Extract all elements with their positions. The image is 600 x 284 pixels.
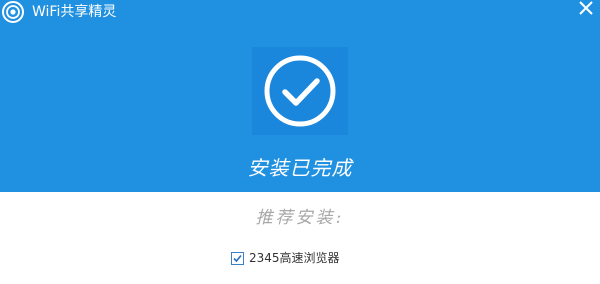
close-icon[interactable] [578, 0, 594, 16]
header-banner: WiFi共享精灵 安装已完成 [0, 0, 600, 192]
recommend-title: 推荐安装: [255, 208, 345, 228]
recommend-option-browser[interactable]: 2345高速浏览器 [231, 251, 340, 265]
checkmark-circle-icon [264, 55, 336, 127]
status-icon-tile [252, 47, 348, 135]
install-status-text: 安装已完成 [247, 156, 353, 180]
browser-checkbox[interactable] [231, 251, 244, 265]
browser-option-label: 2345高速浏览器 [249, 251, 340, 265]
wifi-logo-icon [2, 1, 24, 23]
window-title: WiFi共享精灵 [32, 4, 117, 20]
check-mark-icon [233, 254, 242, 262]
